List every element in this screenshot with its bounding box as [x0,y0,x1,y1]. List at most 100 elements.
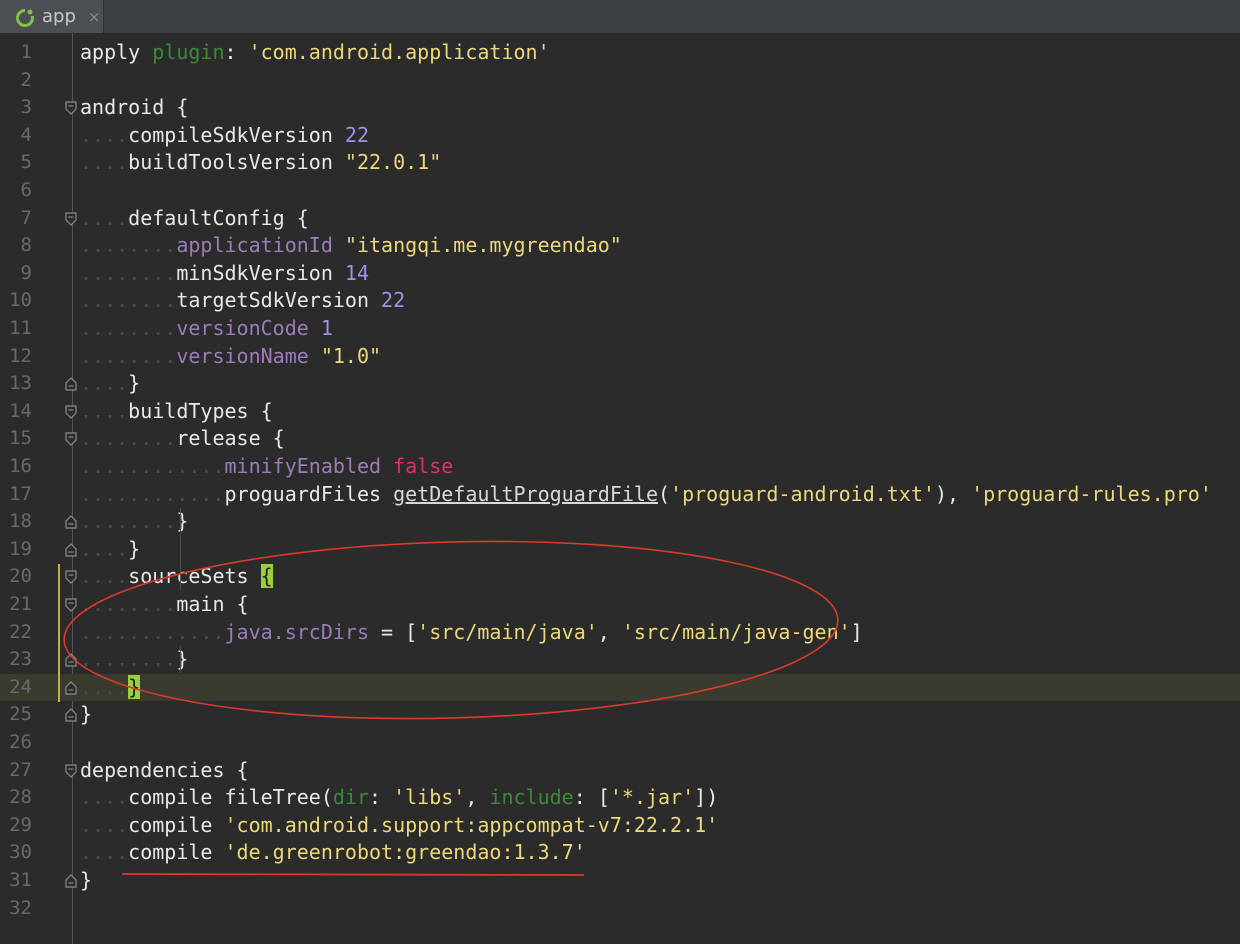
code-line[interactable]: 19....} [0,536,1240,564]
code-line[interactable]: 16 ............minifyEnabled false [0,453,1240,481]
line-number: 27 [9,758,32,781]
code-text: ........applicationId "itangqi.me.mygree… [80,232,622,260]
code-line[interactable]: 3 android { [0,94,1240,122]
code-editor[interactable]: 1 apply plugin: 'com.android.application'… [0,33,1240,944]
fold-open-icon[interactable] [65,763,77,778]
code-line[interactable]: 17 ............proguardFiles getDefaultPr… [0,481,1240,509]
code-line[interactable]: 1 apply plugin: 'com.android.application' [0,39,1240,67]
code-line[interactable]: 4 ....compileSdkVersion 22 [0,122,1240,150]
code-line[interactable]: 13....} [0,370,1240,398]
code-text: ....} [80,536,140,564]
code-text: ........targetSdkVersion 22 [80,287,405,315]
whitespace-marker: ........ [80,260,177,285]
code-token: 'com.android.application' [248,40,550,64]
line-number: 19 [9,537,32,560]
line-number: 12 [9,344,32,367]
code-line[interactable]: 32 [0,895,1240,923]
code-token: 22 [381,288,406,313]
code-line[interactable]: 30 ....compile 'de.greenrobot:greendao:1.… [0,839,1240,867]
fold-close-icon[interactable] [65,653,77,667]
code-token: minifyEnabled [224,454,394,478]
code-text: ....compile fileTree(dir: 'libs', includ… [80,784,718,812]
whitespace-marker: .... [80,564,129,589]
whitespace-marker: .... [80,371,129,396]
line-number: 6 [20,179,32,201]
code-line[interactable]: 23........} [0,646,1240,674]
line-number: 7 [20,206,32,229]
code-line[interactable]: 6 [0,177,1240,205]
code-text: ........versionName "1.0" [80,343,381,371]
code-token: 'com.android.support:appcompat-v7:22.2.1… [224,812,719,837]
code-line[interactable]: 31} [0,867,1240,895]
code-line[interactable]: 7 ....defaultConfig { [0,205,1240,233]
code-line[interactable]: 24....} [0,673,1240,702]
code-token: ]) [694,785,719,810]
fold-close-icon[interactable] [65,515,77,529]
code-token: false [393,454,454,478]
code-line[interactable]: 9 ........minSdkVersion 14 [0,260,1240,288]
fold-close-icon[interactable] [65,377,77,391]
code-line[interactable]: 12 ........versionName "1.0" [0,343,1240,371]
code-line[interactable]: 2 [0,67,1240,95]
fold-close-icon[interactable] [65,542,77,557]
code-line[interactable]: 10 ........targetSdkVersion 22 [0,287,1240,315]
fold-open-icon[interactable] [65,101,77,116]
fold-close-icon[interactable] [65,708,77,722]
close-icon[interactable]: × [88,8,101,26]
line-number: 17 [9,482,32,505]
code-token: buildToolsVersion [128,150,345,175]
code-token: 1 [320,316,333,340]
code-text: ....compile 'de.greenrobot:greendao:1.3.… [80,839,586,867]
code-token: } [176,647,189,672]
code-line[interactable]: 18........} [0,508,1240,536]
whitespace-marker: .... [80,150,129,175]
code-token: minSdkVersion [176,260,345,285]
line-number: 25 [9,703,32,726]
code-line[interactable]: 26 [0,729,1240,757]
code-text: ....buildTypes { [80,398,273,426]
code-token: compile [128,785,225,810]
code-line[interactable]: 20 ....sourceSets { [0,563,1240,591]
code-line[interactable]: 15 ........release { [0,425,1240,453]
fold-close-icon[interactable] [65,874,77,888]
code-line[interactable]: 11 ........versionCode 1 [0,315,1240,343]
fold-open-icon[interactable] [65,570,77,585]
code-line[interactable]: 8 ........applicationId "itangqi.me.mygre… [0,232,1240,260]
fold-open-icon[interactable] [65,598,77,612]
code-line[interactable]: 29 ....compile 'com.android.support:appco… [0,812,1240,840]
code-line[interactable]: 14 ....buildTypes { [0,398,1240,426]
code-token: getDefaultProguardFile [393,481,658,506]
android-app-icon [14,6,36,28]
code-line[interactable]: 28 ....compile fileTree(dir: 'libs', incl… [0,784,1240,812]
code-token: compile [128,812,225,837]
code-token: sourceSets [128,564,261,589]
whitespace-marker: ........ [80,647,177,672]
tab-app[interactable]: app × [0,0,104,33]
whitespace-marker: .... [80,205,129,230]
code-line[interactable]: 27 dependencies { [0,757,1240,785]
code-line[interactable]: 5 ....buildToolsVersion "22.0.1" [0,149,1240,177]
code-token: , [465,785,490,810]
code-token: { [260,564,273,589]
code-text: ............minifyEnabled false [80,453,453,481]
whitespace-marker: .... [80,840,129,865]
whitespace-marker: ........ [80,509,177,534]
code-line[interactable]: 25} [0,701,1240,729]
code-text: ........} [80,508,188,536]
line-number: 23 [9,648,32,671]
code-token: fileTree( [224,785,333,810]
fold-open-icon[interactable] [65,405,77,419]
fold-close-icon[interactable] [65,680,77,695]
code-token: 22 [344,122,370,147]
code-text: ............java.srcDirs = ['src/main/ja… [80,619,863,647]
fold-open-icon[interactable] [65,432,77,447]
code-token: = [369,619,406,644]
code-text: ........} [80,646,188,674]
code-line[interactable]: 22 ............java.srcDirs = ['src/main/… [0,619,1240,647]
fold-open-icon[interactable] [65,211,77,226]
code-line[interactable]: 21 ........main { [0,591,1240,619]
whitespace-marker: .... [80,122,129,147]
code-token: } [80,868,93,892]
whitespace-marker: ........ [80,343,177,368]
whitespace-marker: ............ [80,619,225,644]
